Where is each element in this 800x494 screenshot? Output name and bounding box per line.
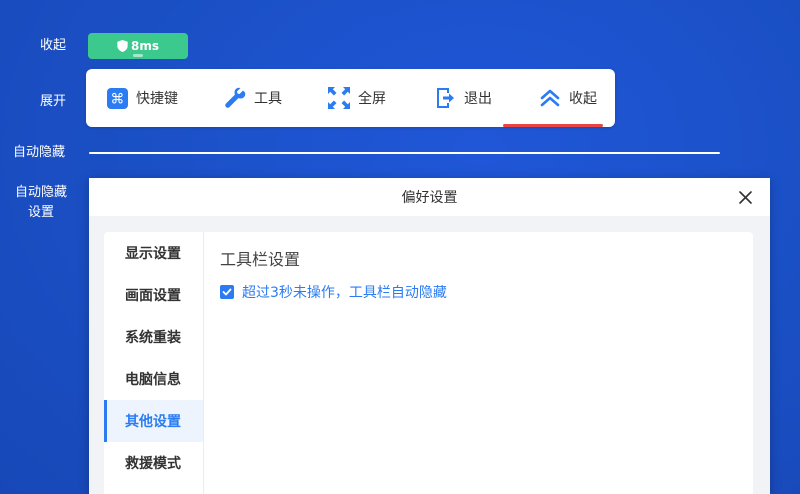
toolbar-collapse-button[interactable]: 收起 <box>539 87 597 109</box>
toolbar-active-underline <box>503 124 603 127</box>
toolbar-tools-label: 工具 <box>254 91 282 107</box>
close-button[interactable] <box>734 186 756 208</box>
toolbar-fullscreen-button[interactable]: 全屏 <box>328 87 434 109</box>
floating-toolbar: ⌘ 快捷键 工具 全屏 退出 收起 <box>86 69 615 127</box>
latency-handle[interactable] <box>133 54 143 57</box>
settings-nav: 显示设置 画面设置 系统重装 电脑信息 其他设置 救援模式 <box>104 232 204 494</box>
auto-hide-option[interactable]: 超过3秒未操作，工具栏自动隐藏 <box>220 282 447 302</box>
toolbar-quit-button[interactable]: 退出 <box>434 87 539 109</box>
double-chevron-up-icon <box>539 87 561 109</box>
section-title: 工具栏设置 <box>220 250 301 269</box>
toolbar-quit-label: 退出 <box>464 91 492 107</box>
toolbar-collapse-label: 收起 <box>569 91 597 107</box>
label-collapse: 收起 <box>40 38 67 53</box>
latency-badge[interactable]: 8ms <box>88 33 188 59</box>
close-icon <box>738 190 752 204</box>
svg-text:⌘: ⌘ <box>110 91 124 107</box>
toolbar-tools-button[interactable]: 工具 <box>224 87 328 109</box>
command-key-icon: ⌘ <box>106 87 128 109</box>
label-auto-hide-settings-line1: 自动隐藏 <box>14 185 67 200</box>
nav-item-computer-info[interactable]: 电脑信息 <box>104 358 203 400</box>
wrench-icon <box>224 87 246 109</box>
exit-icon <box>434 87 456 109</box>
toolbar-shortcut-button[interactable]: ⌘ 快捷键 <box>106 87 224 109</box>
auto-hide-checkbox[interactable] <box>220 285 234 299</box>
nav-item-rescue[interactable]: 救援模式 <box>104 442 203 484</box>
label-auto-hide-settings-line2: 设置 <box>27 205 54 220</box>
toolbar-fullscreen-label: 全屏 <box>358 91 386 107</box>
nav-item-display[interactable]: 显示设置 <box>104 232 203 274</box>
label-expand: 展开 <box>40 94 67 109</box>
nav-item-picture[interactable]: 画面设置 <box>104 274 203 316</box>
latency-value: 8ms <box>131 39 159 53</box>
preferences-dialog: 偏好设置 显示设置 画面设置 系统重装 电脑信息 其他设置 救援模式 工具栏设置… <box>89 178 770 494</box>
checkmark-icon <box>222 288 232 296</box>
toolbar-shortcut-label: 快捷键 <box>136 91 178 107</box>
dialog-header: 偏好设置 <box>89 178 770 216</box>
dialog-body: 显示设置 画面设置 系统重装 电脑信息 其他设置 救援模式 工具栏设置 超过3秒… <box>104 232 753 494</box>
dialog-title: 偏好设置 <box>401 190 458 206</box>
nav-item-other[interactable]: 其他设置 <box>104 400 203 442</box>
nav-item-reinstall[interactable]: 系统重装 <box>104 316 203 358</box>
fullscreen-arrows-icon <box>328 87 350 109</box>
label-auto-hide: 自动隐藏 <box>13 145 66 160</box>
shield-icon <box>117 40 128 52</box>
settings-content: 工具栏设置 超过3秒未操作，工具栏自动隐藏 <box>204 232 463 494</box>
auto-hide-slider-track[interactable] <box>89 152 720 154</box>
auto-hide-option-label: 超过3秒未操作，工具栏自动隐藏 <box>242 285 447 301</box>
label-auto-hide-settings: 自动隐藏 设置 <box>13 183 69 223</box>
